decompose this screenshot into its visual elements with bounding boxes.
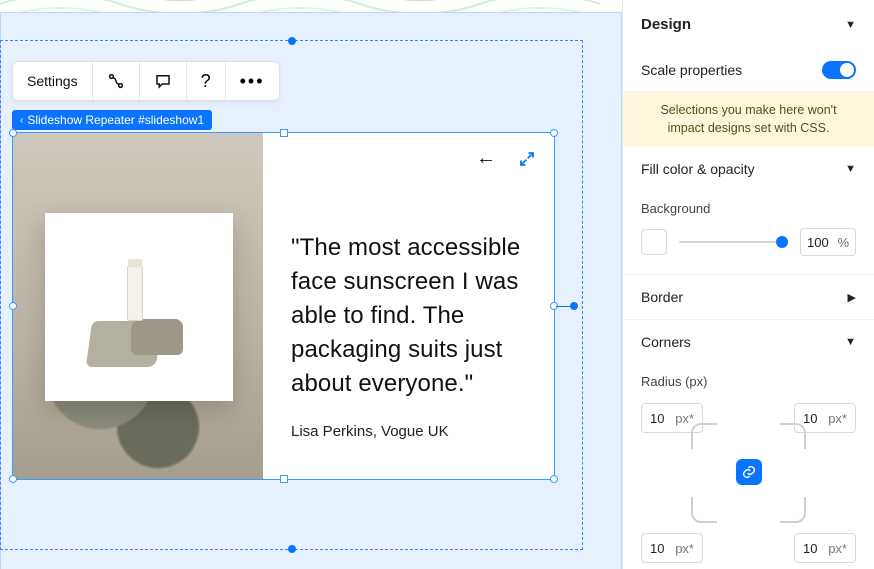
chevron-down-icon: ▼ [845,336,856,348]
fill-section-title: Fill color & opacity [641,161,755,177]
connect-data-icon [107,72,125,90]
background-label: Background [641,201,856,216]
corners-section-title: Corners [641,334,691,350]
border-section-title: Border [641,289,683,305]
help-icon: ? [201,71,211,92]
more-icon: ••• [240,71,265,92]
opacity-input[interactable]: 100 % [800,228,856,256]
design-section-header[interactable]: Design ▼ [623,0,874,49]
scale-properties-row: Scale properties [623,49,874,91]
radius-unit: px* [828,541,847,556]
resize-handle-bottom[interactable] [288,545,296,553]
element-toolbar: Settings ? ••• [12,61,280,101]
resize-handle-extend-e[interactable] [570,302,578,310]
settings-label: Settings [27,73,78,89]
resize-handle-s[interactable] [280,475,288,483]
resize-handle-nw[interactable] [9,129,17,137]
chevron-down-icon: ▼ [845,163,856,175]
selection-breadcrumb-label: Slideshow Repeater #slideshow1 [27,113,204,127]
border-section-header[interactable]: Border ▶ [623,274,874,319]
opacity-slider[interactable] [679,232,788,252]
corner-bracket-tr [780,423,806,449]
radius-value-bl: 10 [650,541,664,556]
radius-unit: px* [675,541,694,556]
chevron-right-icon: ▶ [848,291,856,304]
corners-section-header[interactable]: Corners ▼ [623,319,874,364]
design-section-title: Design [641,16,691,33]
expand-button[interactable] [516,148,538,170]
toggle-knob [840,63,854,77]
arrow-left-icon[interactable]: ← [476,147,496,170]
settings-button[interactable]: Settings [13,62,92,100]
radius-value-tl: 10 [650,411,664,426]
link-icon [741,464,757,480]
radius-value-tr: 10 [803,411,817,426]
radius-value-br: 10 [803,541,817,556]
resize-handle-n[interactable] [280,129,288,137]
opacity-value: 100 [807,235,829,250]
design-panel: Design ▼ Scale properties Selections you… [622,0,874,569]
chevron-down-icon: ▼ [845,19,856,31]
radius-input-bl[interactable]: 10 px* [641,533,703,563]
radius-label: Radius (px) [641,374,856,389]
radius-unit: px* [828,411,847,426]
canvas-scrollbar[interactable] [608,0,622,569]
expand-icon [518,150,536,168]
slider-thumb[interactable] [776,236,788,248]
product-image [45,213,233,401]
connect-data-button[interactable] [92,62,139,100]
css-override-note: Selections you make here won't impact de… [623,91,874,147]
card-body: ← "The most accessible face sunscreen I … [263,133,554,479]
radius-input-br[interactable]: 10 px* [794,533,856,563]
opacity-unit: % [837,235,849,250]
radius-unit: px* [675,411,694,426]
corner-bracket-bl [691,497,717,523]
resize-handle-sw[interactable] [9,475,17,483]
slideshow-card[interactable]: ← "The most accessible face sunscreen I … [13,133,554,479]
selection-breadcrumb[interactable]: ‹ Slideshow Repeater #slideshow1 [12,110,212,130]
fill-section-header[interactable]: Fill color & opacity ▼ [623,147,874,191]
corner-bracket-br [780,497,806,523]
help-button[interactable]: ? [186,62,225,100]
resize-handle-top[interactable] [288,37,296,45]
card-image [13,133,263,479]
editor-canvas[interactable]: Settings ? ••• ‹ Slidesh [0,0,622,569]
scale-properties-label: Scale properties [641,62,742,78]
scale-properties-toggle[interactable] [822,61,856,79]
background-color-swatch[interactable] [641,229,667,255]
selection-frame: ← "The most accessible face sunscreen I … [12,132,555,480]
comments-button[interactable] [139,62,186,100]
quote-byline: Lisa Perkins, Vogue UK [291,423,528,440]
resize-handle-w[interactable] [9,302,17,310]
resize-handle-se[interactable] [550,475,558,483]
corners-controls: Radius (px) 10 px* 10 px* 10 px* 10 px* [623,364,874,569]
comments-icon [154,72,172,90]
corner-bracket-tl [691,423,717,449]
quote-text: "The most accessible face sunscreen I wa… [291,231,528,401]
background-row: Background [623,191,874,220]
resize-handle-ne[interactable] [550,129,558,137]
chevron-left-icon: ‹ [20,115,23,126]
link-corners-button[interactable] [736,459,762,485]
more-button[interactable]: ••• [225,62,279,100]
